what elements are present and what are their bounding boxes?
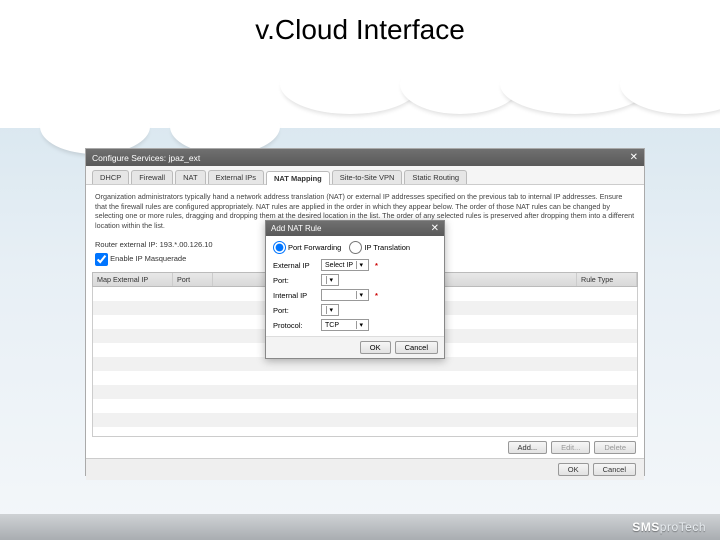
masquerade-label: Enable IP Masquerade <box>110 254 186 263</box>
protocol-label: Protocol: <box>273 321 317 330</box>
modal-titlebar: Add NAT Rule ✕ <box>266 221 444 236</box>
required-icon: * <box>375 291 378 300</box>
tab-nat[interactable]: NAT <box>175 170 205 184</box>
tab-nat-mapping[interactable]: NAT Mapping <box>266 171 330 185</box>
protocol-select[interactable]: TCP ▾ <box>321 319 369 331</box>
modal-cancel-button[interactable]: Cancel <box>395 341 438 354</box>
rules-table-buttons: Add... Edit... Delete <box>86 437 644 458</box>
radio-ip-translation-input[interactable] <box>349 241 362 254</box>
col-port[interactable]: Port <box>173 273 213 286</box>
external-ip-value: Select IP <box>325 262 353 269</box>
external-ip-label: External IP <box>273 261 317 270</box>
cancel-button[interactable]: Cancel <box>593 463 636 476</box>
tab-bar: DHCP Firewall NAT External IPs NAT Mappi… <box>86 166 644 185</box>
protocol-value: TCP <box>325 322 339 329</box>
brand-light: proTech <box>660 520 706 534</box>
chevron-down-icon: ▾ <box>356 261 365 269</box>
tab-external-ips[interactable]: External IPs <box>208 170 264 184</box>
close-icon[interactable]: ✕ <box>630 152 638 163</box>
add-rule-button[interactable]: Add... <box>508 441 548 454</box>
page-title: v.Cloud Interface <box>0 0 720 52</box>
modal-title: Add NAT Rule <box>271 224 321 233</box>
modal-footer: OK Cancel <box>266 336 444 358</box>
radio-port-label: Port Forwarding <box>288 243 341 252</box>
brand-logo: SMSproTech <box>632 520 706 534</box>
internal-port-label: Port: <box>273 306 317 315</box>
window-footer: OK Cancel <box>86 458 644 480</box>
tab-static-routing[interactable]: Static Routing <box>404 170 467 184</box>
radio-port-forwarding[interactable]: Port Forwarding <box>273 241 341 254</box>
brand-bar: SMSproTech <box>0 514 720 540</box>
ok-button[interactable]: OK <box>558 463 589 476</box>
delete-rule-button[interactable]: Delete <box>594 441 636 454</box>
add-nat-rule-dialog: Add NAT Rule ✕ Port Forwarding IP Transl… <box>265 220 445 359</box>
brand-bold: SMS <box>632 520 660 534</box>
col-rule-type[interactable]: Rule Type <box>577 273 637 286</box>
external-ip-select[interactable]: Select IP ▾ <box>321 259 369 271</box>
masquerade-checkbox[interactable] <box>95 253 108 266</box>
external-port-select[interactable]: ▾ <box>321 274 339 286</box>
internal-port-select[interactable]: ▾ <box>321 304 339 316</box>
router-ip-value: 193.*.00.126.10 <box>160 240 213 249</box>
chevron-down-icon: ▾ <box>356 291 365 299</box>
chevron-down-icon: ▾ <box>326 306 335 314</box>
required-icon: * <box>375 261 378 270</box>
router-ip-label: Router external IP: <box>95 240 158 249</box>
window-title: Configure Services: jpaz_ext <box>92 153 200 163</box>
chevron-down-icon: ▾ <box>326 276 335 284</box>
radio-ip-label: IP Translation <box>364 243 410 252</box>
col-external-ip[interactable]: Map External IP <box>93 273 173 286</box>
masquerade-checkbox-row[interactable]: Enable IP Masquerade <box>95 254 186 263</box>
external-port-label: Port: <box>273 276 317 285</box>
radio-ip-translation[interactable]: IP Translation <box>349 241 410 254</box>
window-titlebar: Configure Services: jpaz_ext ✕ <box>86 149 644 166</box>
modal-close-icon[interactable]: ✕ <box>431 223 439 234</box>
tab-dhcp[interactable]: DHCP <box>92 170 129 184</box>
tab-firewall[interactable]: Firewall <box>131 170 173 184</box>
internal-ip-label: Internal IP <box>273 291 317 300</box>
edit-rule-button[interactable]: Edit... <box>551 441 590 454</box>
chevron-down-icon: ▾ <box>356 321 365 329</box>
internal-ip-select[interactable]: ▾ <box>321 289 369 301</box>
modal-ok-button[interactable]: OK <box>360 341 391 354</box>
radio-port-forwarding-input[interactable] <box>273 241 286 254</box>
tab-site-vpn[interactable]: Site-to-Site VPN <box>332 170 403 184</box>
